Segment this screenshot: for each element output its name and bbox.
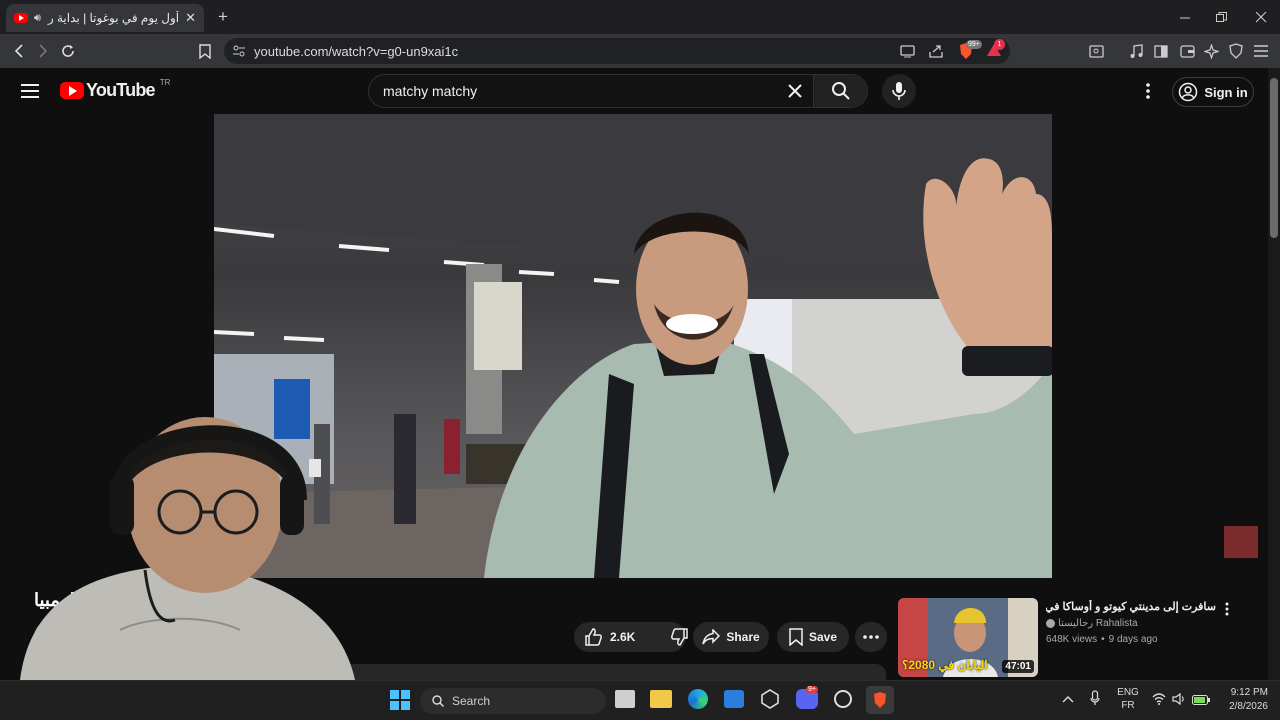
- discord-badge: 9+: [806, 686, 818, 693]
- save-label: Save: [808, 630, 838, 644]
- sidebar-icon[interactable]: [1151, 41, 1171, 61]
- browser-menu-icon[interactable]: [1251, 41, 1271, 61]
- window-close-icon[interactable]: [1248, 6, 1274, 28]
- clock-time: 9:12 PM: [1230, 687, 1268, 698]
- bookmark-icon[interactable]: [194, 40, 216, 62]
- youtube-favicon-icon: [14, 13, 28, 23]
- upload-age: 9 days ago: [1108, 634, 1158, 645]
- scrollbar-thumb[interactable]: [1270, 78, 1278, 238]
- mini-thumbnail[interactable]: [1224, 526, 1258, 558]
- youtube-logo[interactable]: YouTube TR: [60, 78, 171, 101]
- windows-logo-icon: [390, 690, 410, 710]
- share-icon: [702, 629, 721, 645]
- address-bar[interactable]: youtube.com/watch?v=g0-un9xai1c 99+ 1: [224, 38, 1010, 64]
- media-icon[interactable]: [1126, 41, 1146, 61]
- wallet-icon[interactable]: [1177, 41, 1197, 61]
- thumbs-up-icon: [585, 628, 602, 646]
- brave-icon: [874, 692, 886, 708]
- more-horizontal-icon: [863, 635, 879, 639]
- more-actions-button[interactable]: [855, 622, 887, 652]
- youtube-logo-text: YouTube: [86, 80, 156, 100]
- youtube-logo-icon: [60, 82, 84, 99]
- edge-icon[interactable]: [688, 689, 708, 709]
- microphone-icon: [892, 82, 906, 100]
- taskbar-search-label: Search: [452, 694, 491, 708]
- brave-shields-badge: 99+: [966, 40, 982, 49]
- tray-chevron-icon[interactable]: [1062, 692, 1074, 706]
- clear-search-icon[interactable]: [777, 84, 813, 98]
- site-settings-icon[interactable]: [232, 44, 246, 61]
- search-box: [368, 74, 868, 108]
- new-tab-button[interactable]: +: [212, 6, 234, 28]
- recommended-channel[interactable]: رحاليستا Rahalista: [1058, 618, 1138, 629]
- webcam-overlay: [0, 380, 360, 680]
- volume-icon[interactable]: [1172, 692, 1186, 710]
- hamburger-menu-icon[interactable]: [18, 80, 42, 102]
- clock-date: 2/8/2026: [1229, 701, 1268, 712]
- save-icon: [789, 628, 803, 646]
- reload-icon[interactable]: [57, 40, 79, 62]
- region-code: TR: [159, 78, 171, 87]
- taskbar-search-icon: [432, 695, 444, 707]
- reader-mode-icon[interactable]: [1086, 41, 1106, 61]
- sign-in-label: Sign in: [1204, 84, 1248, 100]
- minimize-icon[interactable]: [1172, 6, 1198, 28]
- browser-tab-active[interactable]: 🔊︎ أول يوم في بوغوتا | بداية رحلتي ✕: [6, 4, 204, 32]
- file-explorer-icon[interactable]: [650, 690, 672, 708]
- clock[interactable]: 9:12 PM 2/8/2026: [1216, 686, 1268, 714]
- taskbar: [0, 680, 1280, 720]
- taskbar-search[interactable]: Search: [420, 688, 606, 714]
- tab-close-icon[interactable]: ✕: [185, 10, 196, 26]
- dislike-button[interactable]: [671, 628, 689, 646]
- store-icon[interactable]: [724, 690, 744, 708]
- like-dislike-group: 2.6K: [574, 622, 689, 652]
- forward-icon[interactable]: [32, 40, 54, 62]
- task-view-icon[interactable]: [615, 690, 635, 708]
- like-count: 2.6K: [610, 630, 636, 644]
- app-circle-icon[interactable]: [834, 690, 852, 708]
- share-page-icon[interactable]: [928, 43, 944, 62]
- search-icon: [831, 82, 850, 100]
- audio-playing-icon[interactable]: 🔊︎: [34, 12, 41, 25]
- voice-search-button[interactable]: [882, 74, 916, 108]
- search-button[interactable]: [813, 75, 867, 107]
- url-text: youtube.com/watch?v=g0-un9xai1c: [254, 43, 459, 59]
- cast-icon[interactable]: [900, 44, 916, 61]
- app-cube-icon[interactable]: [760, 689, 780, 709]
- recommended-meta: 648K views • 9 days ago: [1046, 634, 1158, 645]
- view-count: 648K views: [1046, 634, 1098, 645]
- meta-dot: •: [1101, 634, 1105, 645]
- browser-tab-bar: 🔊︎ أول يوم في بوغوتا | بداية رحلتي ✕ +: [0, 0, 1280, 34]
- recommended-title[interactable]: سافرت إلى مدينتي كيوتو و أوساكا في الياب…: [1046, 600, 1216, 613]
- tab-title: أول يوم في بوغوتا | بداية رحلتي: [47, 11, 180, 25]
- restore-icon[interactable]: [1208, 6, 1234, 28]
- share-button[interactable]: Share: [693, 622, 769, 652]
- search-input[interactable]: [369, 83, 777, 99]
- sign-in-button[interactable]: Sign in: [1172, 77, 1254, 107]
- account-icon: [1179, 82, 1198, 102]
- thumbnail-caption: اليابان في 2080؟: [902, 658, 988, 672]
- brave-rewards-badge: 1: [994, 39, 1005, 50]
- brave-taskbar-button[interactable]: [866, 686, 894, 714]
- settings-dots-icon[interactable]: [1138, 80, 1158, 102]
- recommended-thumbnail[interactable]: اليابان في 2080؟ 47:01: [898, 598, 1038, 677]
- verified-badge-icon: [1046, 619, 1055, 628]
- save-button[interactable]: Save: [777, 622, 849, 652]
- wifi-icon[interactable]: [1152, 692, 1166, 710]
- tray-microphone-icon[interactable]: [1090, 690, 1100, 711]
- thumbs-down-icon: [671, 628, 689, 646]
- video-duration: 47:01: [1002, 660, 1034, 673]
- battery-icon[interactable]: [1192, 692, 1210, 710]
- vpn-icon[interactable]: [1226, 41, 1246, 61]
- share-label: Share: [726, 630, 760, 644]
- language-secondary: FR: [1121, 700, 1135, 711]
- recommended-channel-row: رحاليستا Rahalista: [1046, 618, 1138, 629]
- language-primary: ENG: [1117, 687, 1139, 698]
- leo-ai-icon[interactable]: [1201, 41, 1221, 61]
- language-indicator[interactable]: ENG FR: [1110, 686, 1146, 712]
- like-button[interactable]: 2.6K: [584, 628, 635, 646]
- start-button[interactable]: [390, 690, 410, 715]
- back-icon[interactable]: [8, 40, 30, 62]
- recommended-menu-icon[interactable]: [1220, 600, 1234, 618]
